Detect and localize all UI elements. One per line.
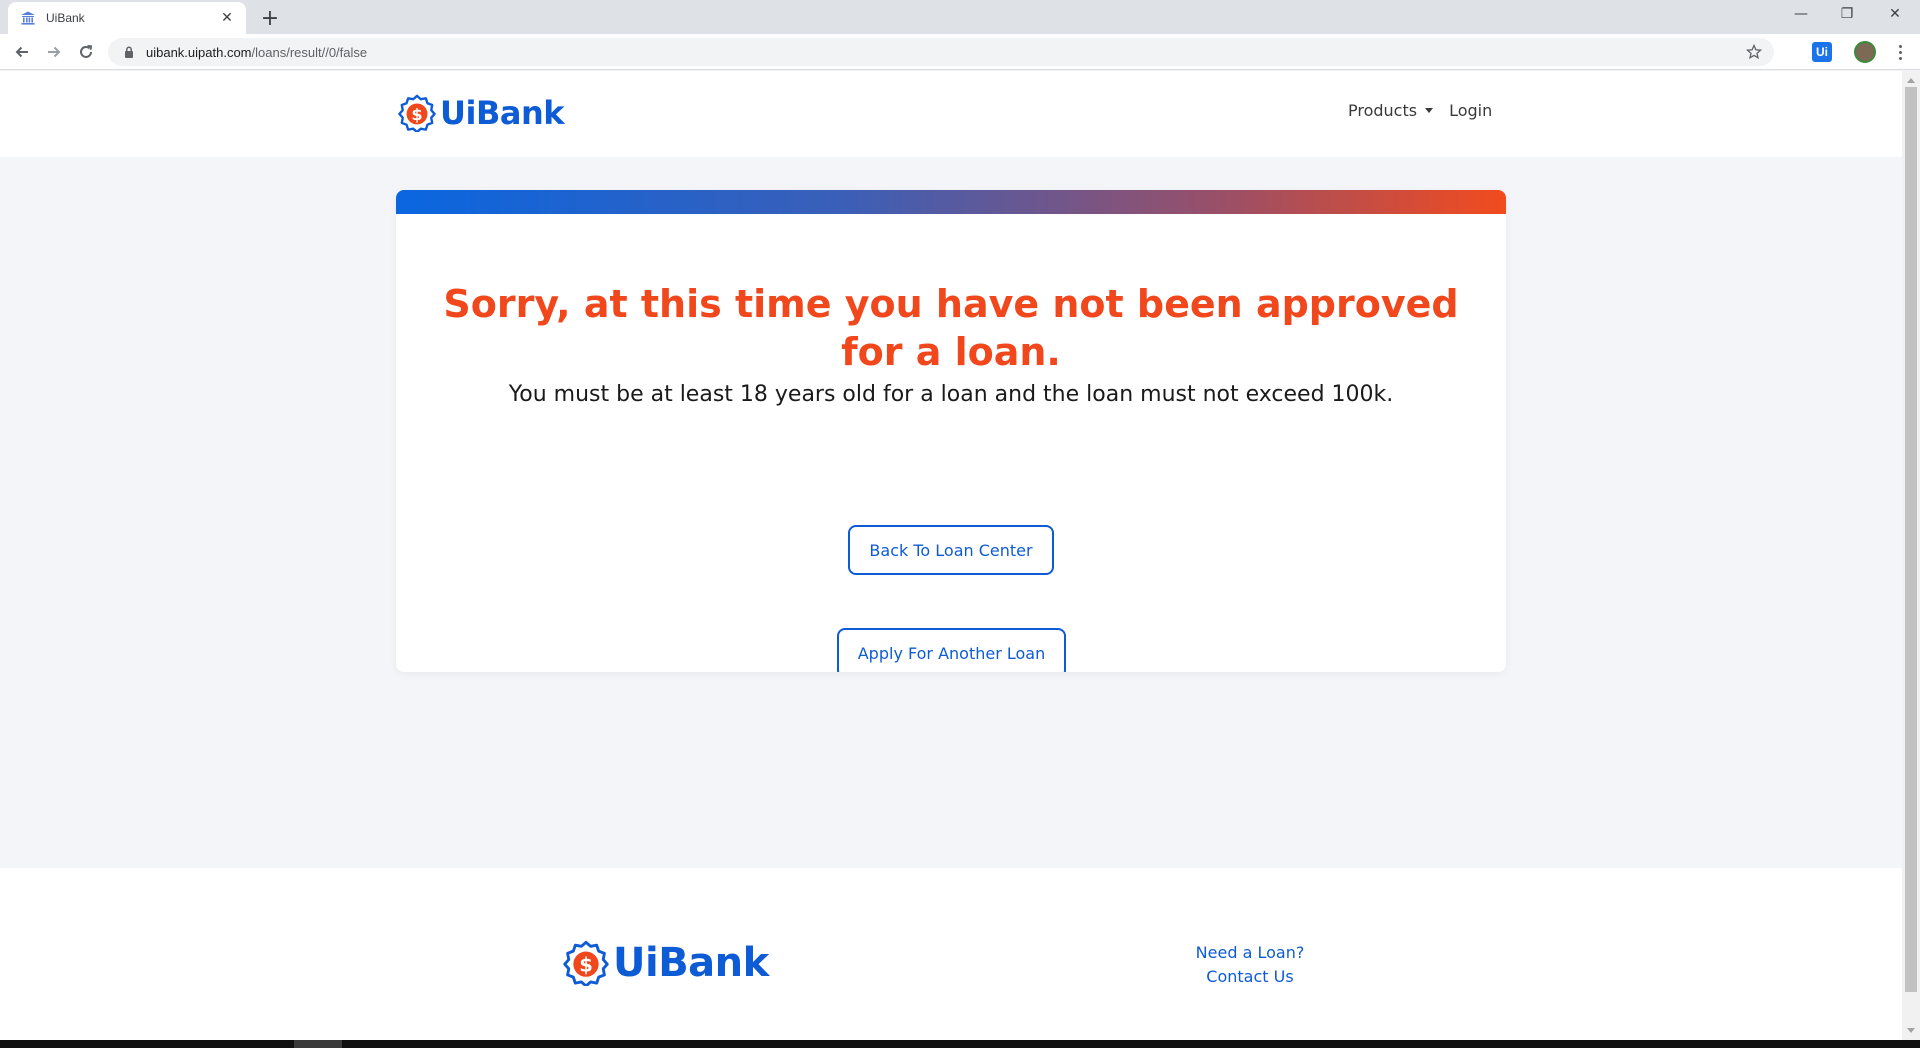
browser-toolbar: uibank.uipath.com/loans/result//0/false … bbox=[0, 34, 1920, 70]
dollar-badge-icon: $ bbox=[398, 94, 436, 132]
new-tab-button[interactable]: + bbox=[256, 4, 284, 32]
footer-logo-text: UiBank bbox=[613, 940, 769, 986]
header-nav: Products Login bbox=[1348, 101, 1492, 120]
forward-arrow-icon[interactable] bbox=[40, 39, 68, 65]
url-text: uibank.uipath.com/loans/result//0/false bbox=[146, 45, 367, 60]
tab-close-icon[interactable]: ✕ bbox=[218, 10, 236, 26]
header-logo[interactable]: $ UiBank bbox=[398, 94, 565, 132]
dollar-badge-icon: $ bbox=[563, 940, 609, 986]
products-dropdown[interactable]: Products bbox=[1348, 101, 1434, 120]
scroll-thumb[interactable] bbox=[1905, 87, 1917, 992]
contact-us-link[interactable]: Contact Us bbox=[1150, 965, 1350, 989]
url-path: /loans/result//0/false bbox=[251, 44, 368, 60]
need-a-loan-link[interactable]: Need a Loan? bbox=[1150, 941, 1350, 965]
address-bar[interactable]: uibank.uipath.com/loans/result//0/false bbox=[108, 38, 1774, 66]
footer-links: Need a Loan? Contact Us bbox=[1150, 941, 1350, 989]
svg-text:$: $ bbox=[579, 954, 593, 977]
url-domain: uibank.uipath.com bbox=[146, 44, 252, 60]
browser-tab[interactable]: UiBank ✕ bbox=[8, 2, 246, 34]
products-label: Products bbox=[1348, 101, 1418, 120]
tab-title: UiBank bbox=[46, 11, 85, 25]
back-to-loan-center-button[interactable]: Back To Loan Center bbox=[848, 525, 1054, 575]
restore-button[interactable]: ❐ bbox=[1824, 0, 1870, 28]
reload-icon[interactable] bbox=[72, 39, 100, 65]
site-header: $ UiBank Products Login bbox=[0, 71, 1902, 157]
footer-logo[interactable]: $ UiBank bbox=[563, 940, 769, 986]
apply-for-another-loan-button[interactable]: Apply For Another Loan bbox=[837, 628, 1066, 672]
browser-tab-strip: UiBank ✕ + — ❐ ✕ bbox=[0, 0, 1920, 34]
site-footer: $ UiBank Need a Loan? Contact Us bbox=[0, 868, 1902, 1040]
page-viewport: $ UiBank Products Login Sorry, at this t… bbox=[0, 71, 1902, 1040]
scroll-down-arrow[interactable] bbox=[1907, 1028, 1915, 1033]
result-message: You must be at least 18 years old for a … bbox=[508, 382, 1394, 407]
star-icon[interactable] bbox=[1745, 43, 1763, 60]
uipath-extension-icon[interactable]: Ui bbox=[1812, 42, 1832, 62]
card-gradient-bar bbox=[396, 190, 1506, 214]
page-scrollbar[interactable] bbox=[1902, 71, 1920, 1040]
caret-down-icon bbox=[1425, 108, 1434, 113]
menu-dots-icon[interactable] bbox=[1892, 40, 1908, 64]
loan-result-card: Sorry, at this time you have not been ap… bbox=[396, 190, 1506, 672]
taskbar-item[interactable] bbox=[294, 1040, 342, 1048]
svg-text:$: $ bbox=[411, 105, 422, 124]
os-taskbar bbox=[0, 1040, 1920, 1048]
minimize-button[interactable]: — bbox=[1778, 0, 1824, 28]
profile-avatar[interactable] bbox=[1854, 41, 1876, 63]
scroll-up-arrow[interactable] bbox=[1907, 78, 1915, 83]
header-logo-text: UiBank bbox=[440, 94, 565, 132]
login-link[interactable]: Login bbox=[1449, 101, 1492, 120]
window-close-button[interactable]: ✕ bbox=[1872, 0, 1918, 28]
result-title: Sorry, at this time you have not been ap… bbox=[443, 282, 1459, 374]
lock-icon bbox=[122, 45, 136, 59]
bank-icon bbox=[20, 10, 36, 26]
back-arrow-icon[interactable] bbox=[8, 39, 36, 65]
